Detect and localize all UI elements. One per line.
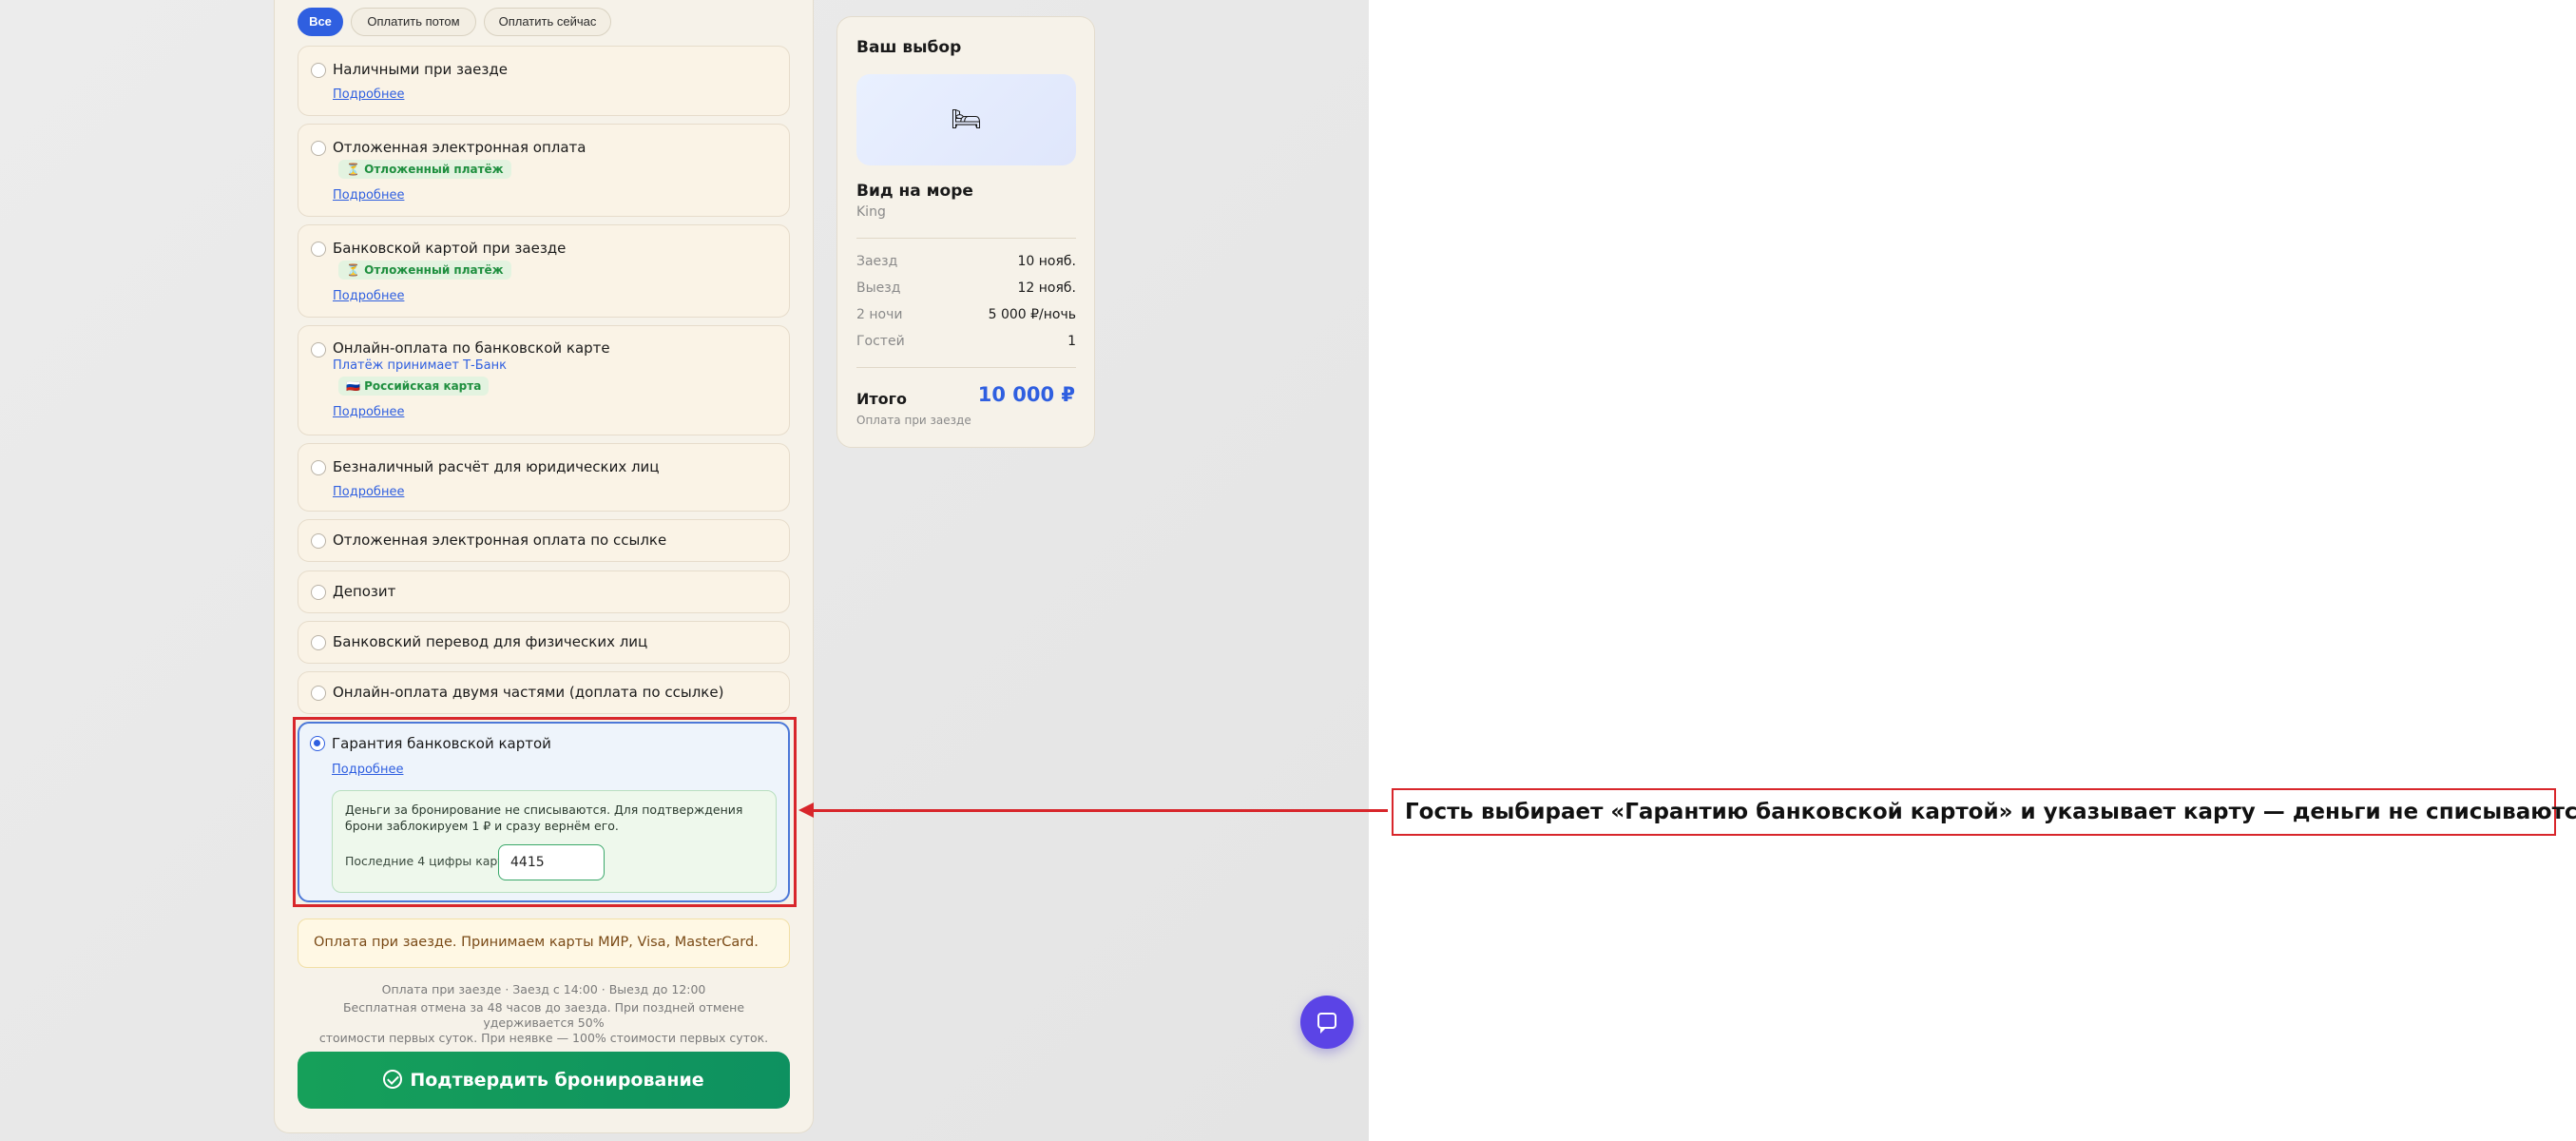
summary-row-nights: 2 ночи 5 000 ₽/ночь <box>856 307 1076 322</box>
payment-option-two-parts[interactable]: Онлайн-оплата двумя частями (доплата по … <box>298 671 790 714</box>
check-in-out-times: Оплата при заезде · Заезд с 14:00 · Выез… <box>381 982 706 996</box>
payment-option-bank-transfer[interactable]: Банковский перевод для физических лиц <box>298 621 790 664</box>
deferred-payment-badge: ⏳ Отложенный платёж <box>338 160 511 179</box>
row-value: 10 нояб. <box>1017 254 1077 269</box>
row-value: 12 нояб. <box>1017 280 1077 296</box>
row-label: 2 ночи <box>856 307 903 322</box>
chat-bubble-icon <box>1317 1013 1336 1034</box>
filter-pay-now[interactable]: Оплатить сейчас <box>484 8 611 36</box>
payment-notice: Оплата при заезде. Принимаем карты МИР, … <box>298 919 790 968</box>
divider <box>856 367 1076 368</box>
total-note: Оплата при заезде <box>856 414 971 427</box>
room-type: King <box>856 204 886 220</box>
radio-button[interactable] <box>311 585 326 600</box>
option-title: Отложенная электронная оплата по ссылке <box>333 532 667 549</box>
annotation-arrow-line <box>806 809 1388 812</box>
payment-option-deferred-electronic[interactable]: Отложенная электронная оплата ⏳ Отложенн… <box>298 124 790 217</box>
booking-policy: Оплата при заезде · Заезд с 14:00 · Выез… <box>298 982 790 1046</box>
confirm-booking-label: Подтвердить бронирование <box>410 1070 704 1091</box>
check-circle-icon <box>383 1069 403 1089</box>
row-value: 1 <box>1067 334 1076 349</box>
highlight-frame <box>293 717 797 907</box>
row-label: Заезд <box>856 254 898 269</box>
payment-option-legal-entities[interactable]: Безналичный расчёт для юридических лиц П… <box>298 443 790 512</box>
annotation-arrow-head <box>798 803 814 818</box>
radio-button[interactable] <box>311 141 326 156</box>
details-link[interactable]: Подробнее <box>333 87 404 102</box>
row-label: Выезд <box>856 280 901 296</box>
booking-summary-card: Ваш выбор 🛏 Вид на море King Заезд 10 но… <box>836 16 1095 448</box>
option-title: Наличными при заезде <box>333 61 508 78</box>
room-name: Вид на море <box>856 182 973 201</box>
cancellation-policy-line-2: стоимости первых суток. При неявке — 100… <box>318 1031 769 1045</box>
payment-panel: Все Оплатить потом Оплатить сейчас Налич… <box>274 0 814 1133</box>
bed-icon: 🛏 <box>856 74 1076 165</box>
row-label: Гостей <box>856 334 905 349</box>
russian-card-badge: 🇷🇺 Российская карта <box>338 377 490 396</box>
details-link[interactable]: Подробнее <box>333 485 404 499</box>
deferred-payment-badge: ⏳ Отложенный платёж <box>338 261 511 280</box>
radio-button[interactable] <box>311 686 326 701</box>
annotation-callout: Гость выбирает «Гарантию банковской карт… <box>1392 788 2576 836</box>
cancellation-policy-line-1: Бесплатная отмена за 48 часов до заезда.… <box>342 1000 745 1030</box>
summary-title: Ваш выбор <box>856 38 962 57</box>
summary-row-check-in: Заезд 10 нояб. <box>856 254 1076 269</box>
summary-row-guests: Гостей 1 <box>856 334 1076 349</box>
annotation-text: Гость выбирает «Гарантию банковской карт… <box>1405 800 2576 824</box>
total-value: 10 000 ₽ <box>977 383 1075 406</box>
option-title: Банковский перевод для физических лиц <box>333 633 648 650</box>
payment-option-cash[interactable]: Наличными при заезде Подробнее <box>298 46 790 116</box>
chat-button[interactable] <box>1300 996 1354 1049</box>
option-title: Безналичный расчёт для юридических лиц <box>333 458 660 475</box>
details-link[interactable]: Подробнее <box>333 188 404 203</box>
payment-option-deposit[interactable]: Депозит <box>298 570 790 613</box>
radio-button[interactable] <box>311 533 326 549</box>
option-title: Банковской картой при заезде <box>333 240 567 257</box>
row-value: 5 000 ₽/ночь <box>988 307 1076 322</box>
option-subtitle: Платёж принимает Т-Банк <box>333 358 507 373</box>
option-title: Отложенная электронная оплата <box>333 139 586 156</box>
app-area: Все Оплатить потом Оплатить сейчас Налич… <box>0 0 1369 1141</box>
details-link[interactable]: Подробнее <box>333 289 404 303</box>
divider <box>856 238 1076 239</box>
option-title: Депозит <box>333 583 396 600</box>
payment-option-online-card[interactable]: Онлайн-оплата по банковской карте Платёж… <box>298 325 790 435</box>
confirm-booking-button[interactable]: Подтвердить бронирование <box>298 1052 790 1109</box>
summary-row-check-out: Выезд 12 нояб. <box>856 280 1076 296</box>
filter-all[interactable]: Все <box>298 8 343 36</box>
payment-option-deferred-link[interactable]: Отложенная электронная оплата по ссылке <box>298 519 790 562</box>
radio-button[interactable] <box>311 63 326 78</box>
radio-button[interactable] <box>311 242 326 257</box>
total-label: Итого <box>856 390 908 408</box>
radio-button[interactable] <box>311 460 326 475</box>
radio-button[interactable] <box>311 342 326 358</box>
radio-button[interactable] <box>311 635 326 650</box>
option-title: Онлайн-оплата по банковской карте <box>333 339 610 357</box>
payment-notice-text: Оплата при заезде. Принимаем карты МИР, … <box>314 935 759 950</box>
filter-pay-later[interactable]: Оплатить потом <box>351 8 476 36</box>
option-title: Онлайн-оплата двумя частями (доплата по … <box>333 684 724 701</box>
payment-option-card-on-arrival[interactable]: Банковской картой при заезде ⏳ Отложенны… <box>298 224 790 318</box>
details-link[interactable]: Подробнее <box>333 405 404 419</box>
